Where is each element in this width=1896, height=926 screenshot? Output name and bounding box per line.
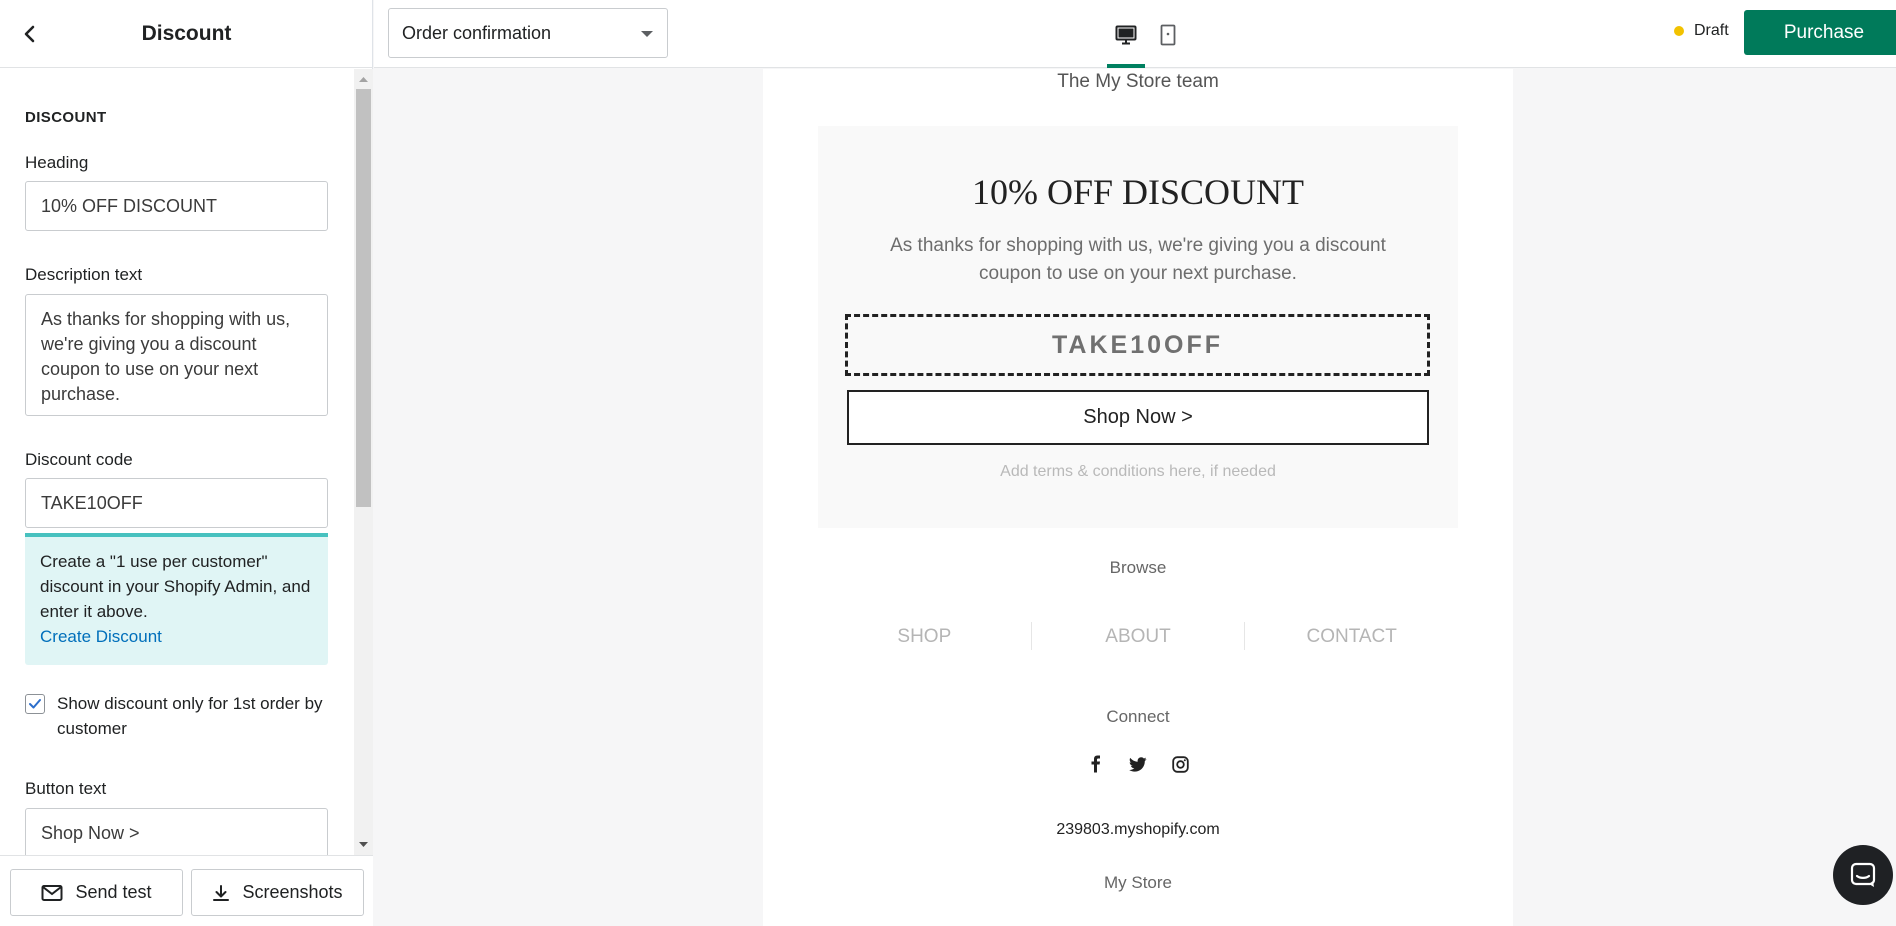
browse-heading: Browse xyxy=(1109,558,1167,577)
status-badge: Draft xyxy=(1674,22,1729,40)
description-label: Description text xyxy=(25,265,143,284)
discount-description: As thanks for shopping with us, we're gi… xyxy=(890,235,1386,284)
scrollbar-thumb[interactable] xyxy=(356,89,371,507)
scroll-up-icon[interactable] xyxy=(354,72,373,86)
template-select[interactable]: Order confirmation xyxy=(388,8,668,58)
checkmark-icon xyxy=(29,699,41,709)
shop-now-button[interactable]: Shop Now > xyxy=(847,390,1429,445)
send-test-button[interactable]: Send test xyxy=(10,869,183,916)
section-title: DISCOUNT xyxy=(25,109,107,126)
panel-scroll-area: DISCOUNT Heading 10% OFF DISCOUNT Descri… xyxy=(0,69,354,855)
connect-heading: Connect xyxy=(1106,707,1170,726)
mobile-icon xyxy=(1160,24,1176,46)
team-signature: The My Store team xyxy=(1057,71,1219,92)
panel-footer: Send test Screenshots xyxy=(0,855,373,926)
panel-title: Discount xyxy=(141,21,232,45)
status-label: Draft xyxy=(1694,22,1729,39)
instagram-icon[interactable] xyxy=(1169,753,1191,775)
desktop-icon xyxy=(1115,25,1137,45)
description-textarea[interactable]: As thanks for shopping with us, we're gi… xyxy=(25,294,328,416)
nav-shop-link[interactable]: SHOP xyxy=(818,622,1031,652)
info-text: Create a "1 use per customer" discount i… xyxy=(40,552,311,621)
first-order-label: Show discount only for 1st order by cust… xyxy=(57,694,323,738)
settings-panel: Discount DISCOUNT Heading 10% OFF DISCOU… xyxy=(0,0,373,926)
screenshots-label: Screenshots xyxy=(242,882,343,902)
active-view-indicator xyxy=(1107,64,1145,68)
info-banner: Create a "1 use per customer" discount i… xyxy=(25,533,328,665)
download-icon xyxy=(213,884,230,901)
store-name: My Store xyxy=(1103,873,1173,892)
chevron-left-icon xyxy=(24,25,35,43)
twitter-icon[interactable] xyxy=(1127,753,1149,775)
heading-input[interactable]: 10% OFF DISCOUNT xyxy=(25,181,328,231)
facebook-icon[interactable] xyxy=(1085,753,1107,775)
discount-heading: 10% OFF DISCOUNT xyxy=(971,172,1305,212)
terms-text: Add terms & conditions here, if needed xyxy=(1000,463,1276,480)
top-bar: Order confirmation Draft Purchase xyxy=(374,0,1896,68)
template-select-value: Order confirmation xyxy=(402,22,552,43)
desktop-view-button[interactable] xyxy=(1111,18,1141,52)
heading-label: Heading xyxy=(25,153,89,172)
first-order-checkbox[interactable] xyxy=(25,694,45,714)
nav-about-link[interactable]: ABOUT xyxy=(1032,622,1245,652)
scroll-down-icon[interactable] xyxy=(354,838,373,852)
purchase-button[interactable]: Purchase xyxy=(1744,10,1896,55)
status-dot xyxy=(1674,26,1684,36)
panel-header: Discount xyxy=(0,0,373,68)
store-domain: 239803.myshopify.com xyxy=(1056,821,1220,838)
caret-down-icon xyxy=(641,31,653,37)
mail-icon xyxy=(41,884,63,901)
button-text-label: Button text xyxy=(25,779,107,798)
first-order-option[interactable]: Show discount only for 1st order by cust… xyxy=(25,691,335,741)
button-text-input[interactable]: Shop Now > xyxy=(25,808,328,855)
nav-contact-link[interactable]: CONTACT xyxy=(1245,622,1458,652)
discount-block[interactable]: 10% OFF DISCOUNT As thanks for shopping … xyxy=(818,126,1458,528)
screenshots-button[interactable]: Screenshots xyxy=(191,869,364,916)
chat-button[interactable] xyxy=(1833,845,1893,905)
email-preview: The My Store team 10% OFF DISCOUNT As th… xyxy=(763,69,1513,926)
discount-code-label: Discount code xyxy=(25,450,133,469)
create-discount-link[interactable]: Create Discount xyxy=(40,624,313,649)
mobile-view-button[interactable] xyxy=(1153,18,1183,52)
panel-scrollbar[interactable] xyxy=(354,69,373,855)
discount-code-input[interactable]: TAKE10OFF xyxy=(25,478,328,528)
send-test-label: Send test xyxy=(75,882,152,902)
footer-nav: SHOP ABOUT CONTACT xyxy=(818,622,1458,652)
back-button[interactable] xyxy=(14,18,46,50)
chat-icon xyxy=(1850,862,1876,887)
discount-code-box: TAKE10OFF xyxy=(845,314,1430,376)
